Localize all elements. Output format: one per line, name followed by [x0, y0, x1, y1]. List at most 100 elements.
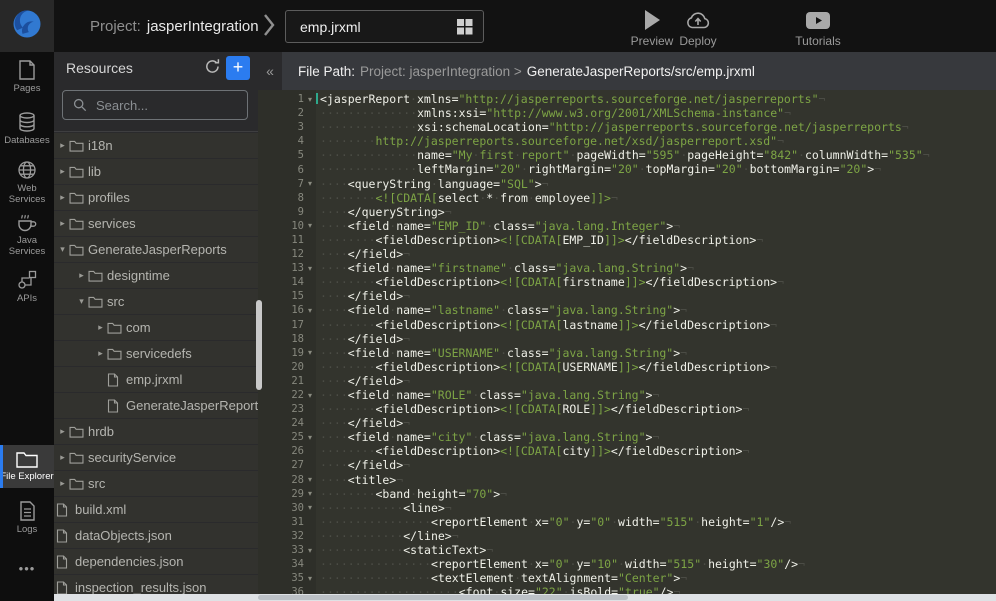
expand-arrow[interactable]: ▸ — [94, 348, 107, 359]
tree-item-emp.jrxml[interactable]: emp.jrxml — [54, 367, 258, 392]
code-line[interactable]: ····<field·name="firstname"·class="java.… — [320, 261, 996, 275]
code-line[interactable]: ····<title>¬ — [320, 473, 996, 487]
sidebar-item-apis[interactable]: APIs — [0, 270, 54, 304]
tree-item-dependencies.json[interactable]: dependencies.json — [54, 549, 258, 574]
tree-item-i18n[interactable]: ▸i18n — [54, 133, 258, 158]
fold-arrow[interactable]: ▾ — [304, 433, 316, 442]
expand-arrow[interactable]: ▸ — [94, 322, 107, 333]
fold-arrow[interactable]: ▾ — [304, 95, 316, 104]
fold-arrow[interactable]: ▾ — [304, 475, 316, 484]
tree-item-src[interactable]: ▾src — [54, 289, 258, 314]
tree-item-lib[interactable]: ▸lib — [54, 159, 258, 184]
horizontal-scrollbar-thumb[interactable] — [258, 595, 628, 600]
tree-item-profiles[interactable]: ▸profiles — [54, 185, 258, 210]
fold-arrow[interactable]: ▾ — [304, 221, 316, 230]
tree-item-hrdb[interactable]: ▸hrdb — [54, 419, 258, 444]
code-line[interactable]: ··············xsi:schemaLocation="http:/… — [320, 120, 996, 134]
collapse-panel-button[interactable]: « — [258, 52, 282, 90]
resources-scrollbar-thumb[interactable] — [256, 300, 262, 390]
code-line[interactable]: ········<fieldDescription><![CDATA[first… — [320, 275, 996, 289]
code-line[interactable]: ········<fieldDescription><![CDATA[lastn… — [320, 318, 996, 332]
code-line[interactable]: ····<field·name="city"·class="java.lang.… — [320, 430, 996, 444]
deploy-button[interactable]: Deploy — [670, 8, 726, 48]
code-line[interactable]: ········<fieldDescription><![CDATA[city]… — [320, 444, 996, 458]
tree-item-dataObjects.json[interactable]: dataObjects.json — [54, 523, 258, 548]
tree-item-src[interactable]: ▸src — [54, 471, 258, 496]
fold-arrow[interactable]: ▾ — [304, 503, 316, 512]
project-name[interactable]: Project: jasperIntegration — [90, 0, 259, 52]
expand-arrow[interactable]: ▾ — [56, 244, 69, 255]
fold-arrow[interactable]: ▾ — [304, 179, 316, 188]
code-line[interactable]: ················<reportElement·x="0"·y="… — [320, 557, 996, 571]
fold-arrow[interactable]: ▾ — [304, 348, 316, 357]
code-line[interactable]: ····<queryString·language="SQL">¬ — [320, 177, 996, 191]
expand-arrow[interactable]: ▸ — [56, 192, 69, 203]
code-line[interactable]: ····</queryString>¬ — [320, 205, 996, 219]
expand-arrow[interactable]: ▾ — [75, 296, 88, 307]
tree-item-com[interactable]: ▸com — [54, 315, 258, 340]
code-line[interactable]: ····</field>¬ — [320, 374, 996, 388]
expand-arrow[interactable]: ▸ — [56, 452, 69, 463]
tree-item-servicedefs[interactable]: ▸servicedefs — [54, 341, 258, 366]
code-editor[interactable]: 1▾234567▾8910▾111213▾141516▾171819▾20212… — [258, 90, 996, 601]
tree-item-GenerateJasperReports.s[interactable]: GenerateJasperReports.s — [54, 393, 258, 418]
open-file-tab[interactable]: emp.jrxml — [285, 10, 484, 43]
code-line[interactable]: ··············leftMargin="20"·rightMargi… — [320, 162, 996, 176]
code-line[interactable]: ········http://jasperreports.sourceforge… — [320, 134, 996, 148]
wavemaker-logo[interactable] — [0, 0, 54, 52]
horizontal-scrollbar[interactable] — [54, 594, 996, 601]
sidebar-item-file-explorer[interactable]: File Explorer — [0, 445, 54, 488]
sidebar-item-pages[interactable]: Pages — [0, 60, 54, 94]
expand-arrow[interactable]: ▸ — [75, 270, 88, 281]
code-line[interactable]: ····</field>¬ — [320, 289, 996, 303]
code-line[interactable]: ····</field>¬ — [320, 458, 996, 472]
code-line[interactable]: ················<reportElement·x="0"·y="… — [320, 515, 996, 529]
sidebar-item-java-services[interactable]: Java Services — [0, 212, 54, 257]
fold-arrow[interactable]: ▾ — [304, 489, 316, 498]
fold-arrow[interactable]: ▾ — [304, 306, 316, 315]
tree-item-GenerateJasperReports[interactable]: ▾GenerateJasperReports — [54, 237, 258, 262]
fold-arrow[interactable]: ▾ — [304, 264, 316, 273]
code-line[interactable]: ········<band·height="70">¬ — [320, 487, 996, 501]
code-line[interactable]: ····<field·name="ROLE"·class="java.lang.… — [320, 388, 996, 402]
expand-arrow[interactable]: ▸ — [56, 166, 69, 177]
fold-arrow[interactable]: ▾ — [304, 391, 316, 400]
code-line[interactable]: ········<fieldDescription><![CDATA[EMP_I… — [320, 233, 996, 247]
code-line[interactable]: ············<staticText>¬ — [320, 543, 996, 557]
refresh-icon[interactable] — [204, 58, 221, 80]
sidebar-item-web-services[interactable]: Web Services — [0, 160, 54, 205]
expand-arrow[interactable]: ▸ — [56, 218, 69, 229]
code-line[interactable]: ············</line>¬ — [320, 529, 996, 543]
expand-arrow[interactable]: ▸ — [56, 478, 69, 489]
code-line[interactable]: ················<textElement·textAlignme… — [320, 571, 996, 585]
code-line[interactable]: ····</field>¬ — [320, 416, 996, 430]
search-input[interactable] — [94, 97, 247, 114]
code-line[interactable]: <jasperReport·xmlns="http://jasperreport… — [320, 92, 996, 106]
code-line[interactable]: ····<field·name="USERNAME"·class="java.l… — [320, 346, 996, 360]
fold-arrow[interactable]: ▾ — [304, 546, 316, 555]
code-line[interactable]: ····</field>¬ — [320, 332, 996, 346]
code-line[interactable]: ····</field>¬ — [320, 247, 996, 261]
tutorials-button[interactable]: Tutorials — [790, 8, 846, 48]
tree-item-build.xml[interactable]: build.xml — [54, 497, 258, 522]
tree-item-services[interactable]: ▸services — [54, 211, 258, 236]
code-area[interactable]: <jasperReport·xmlns="http://jasperreport… — [316, 90, 996, 601]
add-resource-button[interactable]: + — [226, 56, 250, 80]
tree-item-designtime[interactable]: ▸designtime — [54, 263, 258, 288]
sidebar-item-logs[interactable]: Logs — [0, 501, 54, 535]
code-line[interactable]: ············<line>¬ — [320, 501, 996, 515]
code-line[interactable]: ········<fieldDescription><![CDATA[ROLE]… — [320, 402, 996, 416]
expand-arrow[interactable]: ▸ — [56, 140, 69, 151]
tree-item-securityService[interactable]: ▸securityService — [54, 445, 258, 470]
code-line[interactable]: ········<fieldDescription><![CDATA[USERN… — [320, 360, 996, 374]
sidebar-item-databases[interactable]: Databases — [0, 112, 54, 146]
expand-arrow[interactable]: ▸ — [56, 426, 69, 437]
code-line[interactable]: ········<![CDATA[select·*·from·employee]… — [320, 191, 996, 205]
code-line[interactable]: ··············name="My·first·report"·pag… — [320, 148, 996, 162]
grid-icon[interactable] — [456, 18, 473, 35]
fold-arrow[interactable]: ▾ — [304, 574, 316, 583]
code-line[interactable]: ··············xmlns:xsi="http://www.w3.o… — [320, 106, 996, 120]
code-line[interactable]: ····<field·name="lastname"·class="java.l… — [320, 303, 996, 317]
sidebar-more-button[interactable]: ••• — [0, 560, 54, 574]
code-line[interactable]: ····<field·name="EMP_ID"·class="java.lan… — [320, 219, 996, 233]
